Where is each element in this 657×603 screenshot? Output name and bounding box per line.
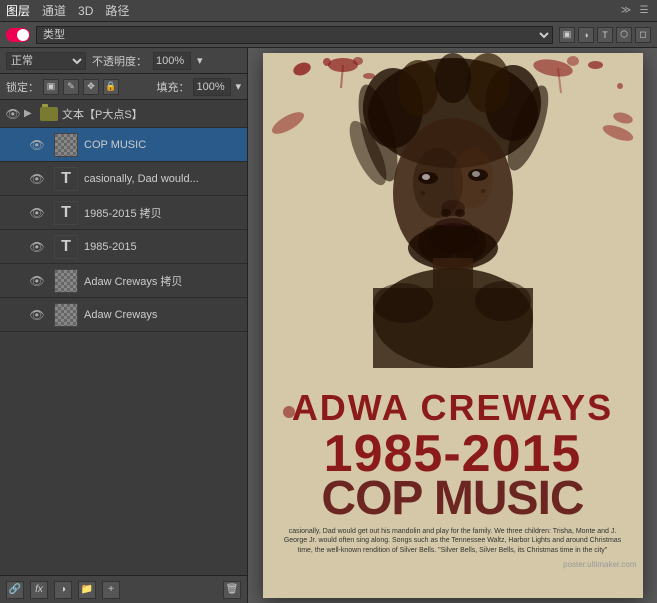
- layer-eye-icon[interactable]: 👁: [28, 272, 46, 290]
- lock-move-icon[interactable]: ✥: [83, 79, 99, 95]
- opacity-dropdown[interactable]: ▾: [197, 54, 203, 67]
- layer-thumbnail: [54, 269, 78, 293]
- layer-name-label: 1985-2015: [84, 241, 243, 253]
- canvas-area: ADWA CREWAYS 1985-2015 COP MUSIC casiona…: [248, 48, 657, 603]
- layer-thumbnail: [54, 133, 78, 157]
- layer-item[interactable]: 👁 T casionally, Dad would...: [0, 162, 247, 196]
- filter-text-icon[interactable]: T: [597, 27, 613, 43]
- layer-item[interactable]: 👁 Adaw Creways: [0, 298, 247, 332]
- opacity-label: 不透明度：: [92, 53, 147, 69]
- layer-item[interactable]: 👁 Adaw Creways 拷贝: [0, 264, 247, 298]
- layers-list: 👁 ▶ 文本【P大点S】 👁 COP MUSIC 👁 T casionally,…: [0, 100, 247, 575]
- poster-description: casionally, Dad would get out his mandol…: [263, 523, 643, 560]
- lock-draw-icon[interactable]: ✎: [63, 79, 79, 95]
- layer-thumbnail: [54, 303, 78, 327]
- panel-bottom-bar: 🔗 fx ◑ 📁 + 🗑: [0, 575, 247, 603]
- layer-eye-icon[interactable]: 👁: [28, 204, 46, 222]
- lock-row: 锁定： ▣ ✎ ✥ 🔒 填充： ▾: [0, 74, 247, 100]
- layer-name-label: Adaw Creways 拷贝: [84, 273, 243, 289]
- fill-label: 填充：: [156, 79, 189, 95]
- splatter-decor: [617, 83, 623, 89]
- layer-item[interactable]: 👁 COP MUSIC: [0, 128, 247, 162]
- poster-cop-music: COP MUSIC: [263, 475, 643, 523]
- splatter-decor: [612, 111, 634, 126]
- filter-shape-icon[interactable]: ⬡: [616, 27, 632, 43]
- layer-eye-icon[interactable]: 👁: [28, 306, 46, 324]
- opacity-input[interactable]: [153, 52, 191, 70]
- fill-dropdown[interactable]: ▾: [235, 80, 241, 93]
- filter-pixel-icon[interactable]: ▣: [559, 27, 575, 43]
- layer-group[interactable]: 👁 ▶ 文本【P大点S】: [0, 100, 247, 128]
- add-mask-icon[interactable]: ◑: [54, 581, 72, 599]
- panel-tabs: 图层 通道 3D 路径 ≫ ☰: [0, 0, 657, 22]
- poster: ADWA CREWAYS 1985-2015 COP MUSIC casiona…: [263, 53, 643, 598]
- layer-item[interactable]: 👁 T 1985-2015: [0, 230, 247, 264]
- fill-input[interactable]: [193, 78, 231, 96]
- lock-label: 锁定：: [6, 79, 39, 95]
- link-layers-icon[interactable]: 🔗: [6, 581, 24, 599]
- layer-eye-icon[interactable]: 👁: [28, 170, 46, 188]
- poster-watermark: poster.ultimaker.com: [263, 560, 643, 571]
- filter-adjust-icon[interactable]: ◑: [578, 27, 594, 43]
- splatter-decor: [363, 73, 375, 79]
- blend-mode-row: 正常 不透明度： ▾: [0, 48, 247, 74]
- main-area: 正常 不透明度： ▾ 锁定： ▣ ✎ ✥ 🔒 填充： ▾ 👁 ▶ 文本【P大点S…: [0, 48, 657, 603]
- group-folder-icon: [40, 107, 58, 121]
- layer-name-label: COP MUSIC: [84, 139, 243, 151]
- splatter-decor: [291, 60, 312, 77]
- menu-icon[interactable]: ☰: [637, 4, 651, 18]
- new-group-icon[interactable]: 📁: [78, 581, 96, 599]
- group-eye-icon[interactable]: 👁: [4, 105, 22, 123]
- filter-toggle[interactable]: [6, 28, 30, 42]
- layer-eye-icon[interactable]: 👁: [28, 238, 46, 256]
- delete-layer-icon[interactable]: 🗑: [223, 581, 241, 599]
- tab-channels[interactable]: 通道: [42, 2, 66, 19]
- layer-name-label: Adaw Creways: [84, 309, 243, 321]
- tab-layers[interactable]: 图层: [6, 2, 30, 19]
- new-layer-icon[interactable]: +: [102, 581, 120, 599]
- blend-mode-select[interactable]: 正常: [6, 52, 86, 70]
- artist-name: ADWA CREWAYS: [263, 388, 643, 428]
- splatter-decor: [588, 61, 603, 69]
- layer-name-label: 1985-2015 拷贝: [84, 205, 243, 221]
- poster-bottom-text: ADWA CREWAYS 1985-2015 COP MUSIC casiona…: [263, 378, 643, 598]
- layer-thumbnail: T: [54, 201, 78, 225]
- tab-3d[interactable]: 3D: [78, 4, 93, 18]
- layer-name-label: casionally, Dad would...: [84, 173, 243, 185]
- layer-thumbnail: T: [54, 167, 78, 191]
- layer-item[interactable]: 👁 T 1985-2015 拷贝: [0, 196, 247, 230]
- lock-all-icon[interactable]: 🔒: [103, 79, 119, 95]
- fx-icon[interactable]: fx: [30, 581, 48, 599]
- layer-filter-toolbar: 类型 ▣ ◑ T ⬡ ◻: [0, 22, 657, 48]
- splatter-decor: [323, 58, 331, 66]
- filter-type-select[interactable]: 类型: [36, 26, 553, 44]
- lock-pixel-icon[interactable]: ▣: [43, 79, 59, 95]
- tab-paths[interactable]: 路径: [105, 2, 129, 19]
- expand-icon[interactable]: ≫: [619, 4, 633, 18]
- group-arrow-icon[interactable]: ▶: [24, 108, 36, 119]
- layer-eye-icon[interactable]: 👁: [28, 136, 46, 154]
- group-name: 文本【P大点S】: [62, 106, 243, 122]
- layer-thumbnail: T: [54, 235, 78, 259]
- layers-panel: 正常 不透明度： ▾ 锁定： ▣ ✎ ✥ 🔒 填充： ▾ 👁 ▶ 文本【P大点S…: [0, 48, 248, 603]
- filter-smart-icon[interactable]: ◻: [635, 27, 651, 43]
